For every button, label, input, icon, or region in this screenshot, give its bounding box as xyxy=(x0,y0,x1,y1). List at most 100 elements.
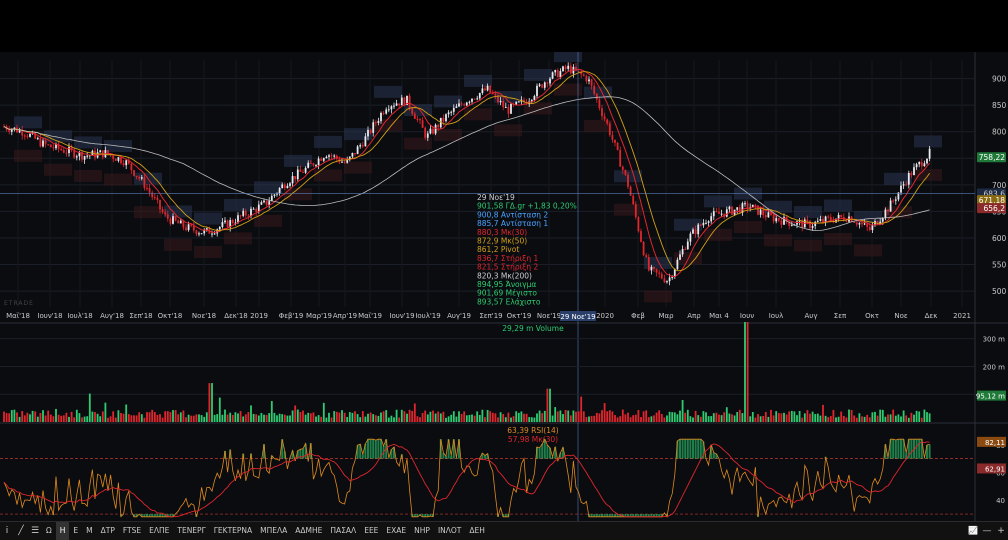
candle-body xyxy=(387,109,390,111)
candle-body xyxy=(169,218,172,224)
volume-bar xyxy=(551,415,554,422)
toolbar-item-7[interactable]: ΤΕΝΕΡΓ xyxy=(173,522,209,540)
time-axis-label: Μαϊ'19 xyxy=(358,312,382,320)
volume-bar xyxy=(585,417,588,422)
candle-body xyxy=(889,200,892,212)
volume-bar xyxy=(614,415,616,422)
resistance-band xyxy=(824,199,852,212)
plus-zoom-icon[interactable]: + xyxy=(994,522,1008,540)
volume-bar xyxy=(151,409,154,422)
candle-body xyxy=(621,166,624,170)
volume-bar xyxy=(198,414,200,422)
volume-bar xyxy=(237,413,239,422)
volume-bar xyxy=(523,413,525,422)
volume-bar xyxy=(580,396,583,422)
time-axis-label: Ιουν'19 xyxy=(389,312,414,320)
volume-bar xyxy=(421,413,424,422)
volume-bar xyxy=(252,413,255,422)
support-band xyxy=(104,173,132,186)
chart-type-icon[interactable]: 📈 xyxy=(966,522,980,540)
volume-bar xyxy=(432,410,434,422)
candle-body xyxy=(177,220,180,224)
volume-bar xyxy=(185,417,187,422)
toolbar-item-8[interactable]: ΓΕΚΤΕΡΝΑ xyxy=(210,522,256,540)
candle-body xyxy=(790,224,793,226)
volume-bar xyxy=(23,415,26,422)
candle-body xyxy=(42,140,44,147)
toolbar-item-9[interactable]: ΜΠΕΛΑ xyxy=(256,522,291,540)
info-high: 901,69 Μέγιστο xyxy=(477,289,537,298)
toolbar-item-4[interactable]: ΔΤΡ xyxy=(97,522,119,540)
candle-body xyxy=(619,149,622,167)
toolbar-item-0[interactable]: Ω xyxy=(42,522,56,540)
layout-icon[interactable]: ☰ xyxy=(28,522,42,540)
volume-bar xyxy=(307,412,310,422)
toolbar-item-6[interactable]: ΕΛΠΕ xyxy=(145,522,173,540)
info-icon[interactable]: i xyxy=(0,522,14,540)
volume-bar xyxy=(177,414,180,422)
candle-body xyxy=(476,98,479,100)
volume-bar xyxy=(920,417,923,422)
toolbar-item-12[interactable]: ΕΕΕ xyxy=(360,522,382,540)
volume-bar xyxy=(465,415,468,422)
watermark: ETRADE xyxy=(4,300,34,307)
toolbar-item-16[interactable]: ΔΕΗ xyxy=(465,522,489,540)
volume-bar xyxy=(302,410,304,422)
candle-body xyxy=(692,229,694,234)
candle-body xyxy=(731,206,733,215)
toolbar-item-1[interactable]: Η xyxy=(55,522,70,540)
candle-body xyxy=(894,199,897,201)
volume-bar xyxy=(395,409,398,422)
volume-bar xyxy=(406,413,408,422)
candle-body xyxy=(8,129,11,132)
toolbar-item-15[interactable]: ΙΝΛΟΤ xyxy=(434,522,465,540)
toolbar-item-13[interactable]: ΕΧΑΕ xyxy=(382,522,410,540)
volume-bar xyxy=(3,411,5,422)
candle-body xyxy=(676,259,679,270)
candle-body xyxy=(221,222,224,227)
volume-bar xyxy=(369,412,372,422)
minus-zoom-icon[interactable]: — xyxy=(980,522,994,540)
time-axis-label: Αυγ xyxy=(805,312,818,320)
candle-body xyxy=(468,101,471,103)
toolbar-item-3[interactable]: Μ xyxy=(82,522,96,540)
volume-bar xyxy=(913,414,915,422)
candle-body xyxy=(450,111,453,113)
time-axis-label: Φεβ'19 xyxy=(279,312,304,320)
draw-line-icon[interactable]: ╱ xyxy=(14,522,28,540)
resistance-band xyxy=(14,116,42,129)
volume-bar xyxy=(55,408,57,422)
candle-body xyxy=(811,226,814,228)
candle-body xyxy=(112,155,115,159)
volume-bar xyxy=(871,412,874,422)
toolbar-item-2[interactable]: Ε xyxy=(69,522,82,540)
candle-body xyxy=(393,105,395,107)
volume-bar xyxy=(99,416,102,422)
volume-bar xyxy=(156,414,159,422)
resistance-band xyxy=(404,104,432,117)
volume-bar xyxy=(101,411,104,422)
toolbar-item-5[interactable]: FTSE xyxy=(119,522,145,540)
volume-bar xyxy=(715,412,718,422)
volume-bar xyxy=(104,402,107,422)
rsi-ma-last-label: 62,91 xyxy=(985,465,1005,473)
candle-body xyxy=(926,158,928,164)
candle-body xyxy=(328,155,330,157)
candle-body xyxy=(582,74,585,76)
volume-bar xyxy=(354,411,356,422)
volume-bar xyxy=(855,417,858,422)
volume-bar xyxy=(759,416,762,422)
candle-body xyxy=(263,200,265,203)
candle-body xyxy=(452,107,455,112)
support-band xyxy=(14,149,42,162)
chart-canvas[interactable]: 900850800750700650600550500Μαϊ'18Ιουν'18… xyxy=(0,52,1008,521)
toolbar-item-10[interactable]: ΑΔΜΗΕ xyxy=(291,522,326,540)
toolbar-item-11[interactable]: ΠΑΣΑΛ xyxy=(326,522,360,540)
candle-body xyxy=(135,175,138,177)
candle-body xyxy=(351,152,354,157)
volume-bar xyxy=(601,410,603,422)
toolbar-item-14[interactable]: ΝΗΡ xyxy=(410,522,434,540)
candle-body xyxy=(629,186,632,196)
volume-bar xyxy=(497,417,499,422)
volume-bar xyxy=(81,417,83,422)
